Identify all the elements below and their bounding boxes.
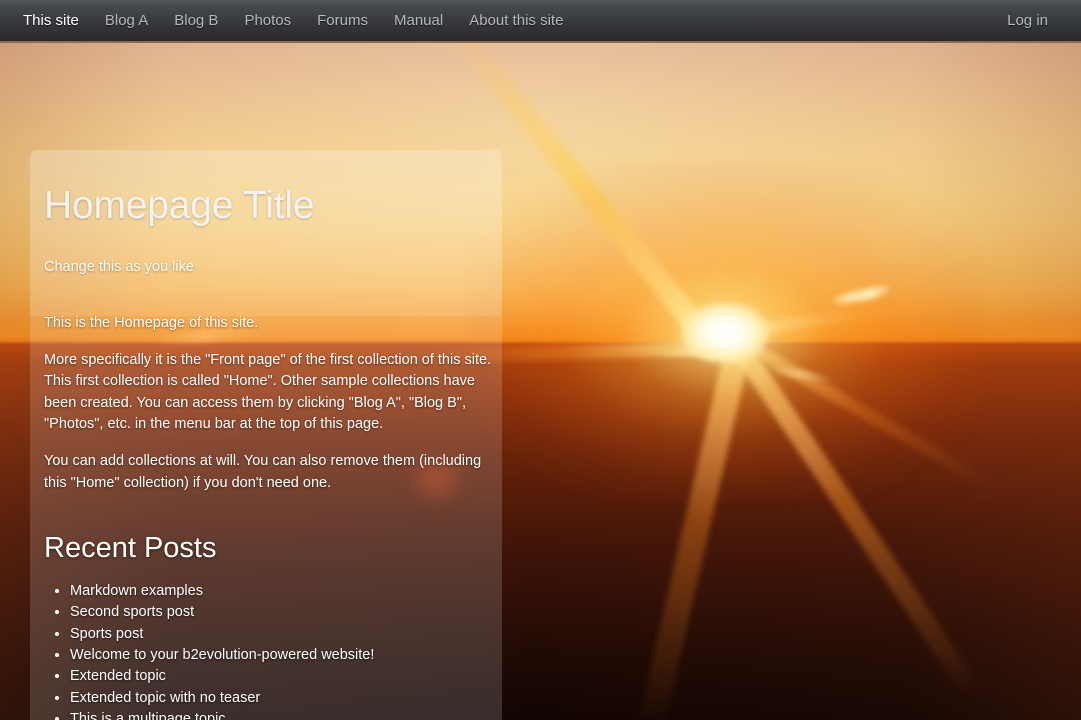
page-title: Homepage Title: [44, 184, 315, 227]
nav-item-manual[interactable]: Manual: [381, 7, 456, 34]
list-item[interactable]: Markdown examples: [70, 581, 494, 602]
page-root: This site Blog A Blog B Photos Forums Ma…: [0, 0, 1081, 720]
list-item[interactable]: Sports post: [70, 624, 494, 645]
intro-paragraph-1: More specifically it is the "Front page"…: [44, 351, 492, 433]
intro-paragraph-2: You can add collections at will. You can…: [44, 453, 482, 491]
login-link[interactable]: Log in: [994, 7, 1061, 34]
nav-item-photos[interactable]: Photos: [231, 7, 304, 34]
list-item[interactable]: This is a multipage topic: [70, 709, 494, 720]
recent-posts-list: Markdown examples Second sports post Spo…: [44, 565, 494, 720]
nav-items-group: This site Blog A Blog B Photos Forums Ma…: [0, 7, 576, 34]
intro-lead-text: This is the Homepage of this site.: [44, 314, 259, 331]
nav-item-forums[interactable]: Forums: [304, 7, 381, 34]
list-item[interactable]: Welcome to your b2evolution-powered webs…: [70, 645, 494, 666]
nav-item-this-site[interactable]: This site: [10, 7, 92, 34]
main-navigation-bar: This site Blog A Blog B Photos Forums Ma…: [0, 0, 1081, 43]
nav-item-blog-b[interactable]: Blog B: [161, 7, 231, 34]
nav-item-blog-a[interactable]: Blog A: [92, 7, 161, 34]
list-item[interactable]: Extended topic with no teaser: [70, 688, 494, 709]
list-item[interactable]: Second sports post: [70, 602, 494, 623]
nav-item-about-this-site[interactable]: About this site: [456, 7, 576, 34]
page-content: Homepage Title Change this as you like T…: [44, 150, 494, 720]
nav-account-group: Log in: [994, 7, 1081, 34]
list-item[interactable]: Extended topic: [70, 666, 494, 687]
page-tagline: Change this as you like: [44, 258, 194, 275]
recent-posts-heading: Recent Posts: [44, 532, 217, 565]
